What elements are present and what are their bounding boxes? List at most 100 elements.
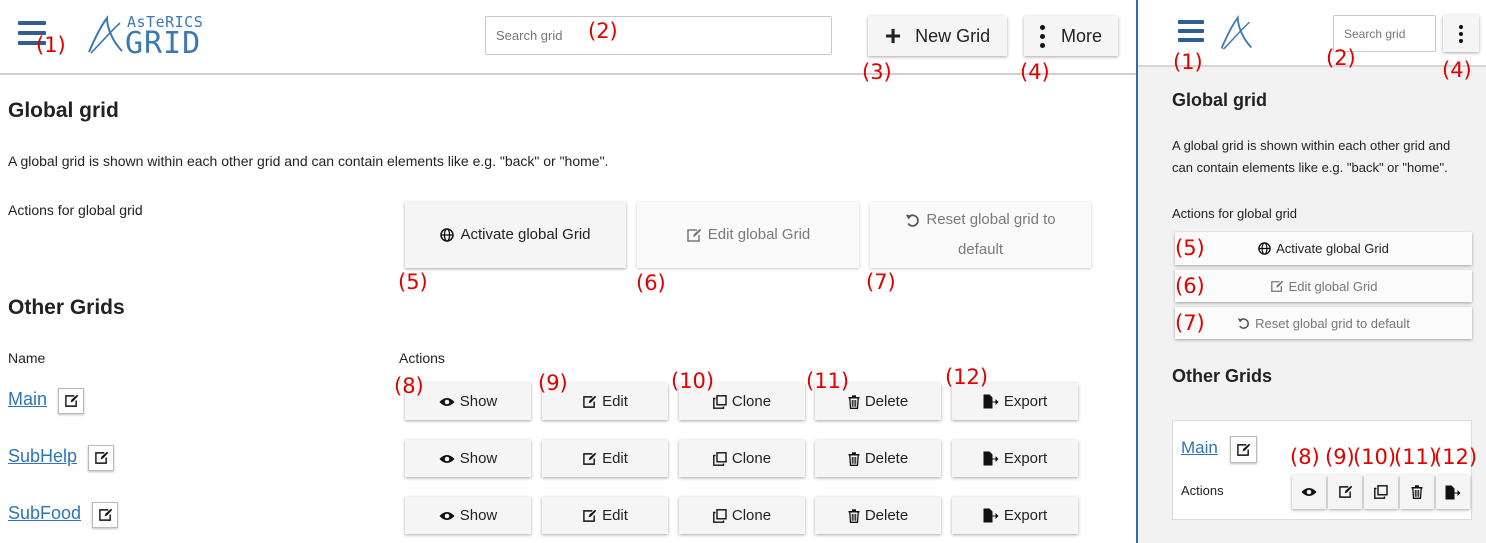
clone-icon: [712, 394, 727, 409]
mobile-clone-button[interactable]: [1364, 475, 1398, 509]
edit-label: Edit: [602, 450, 628, 467]
mobile-more-button[interactable]: [1443, 15, 1479, 52]
show-button[interactable]: Show: [405, 383, 531, 420]
show-button[interactable]: Show: [405, 440, 531, 477]
rename-grid-button[interactable]: [92, 502, 118, 528]
mobile-other-grids-title: Other Grids: [1172, 366, 1273, 386]
desktop-view: AsTeRICS GRID + New Grid More Global gri…: [0, 0, 1136, 543]
export-button[interactable]: Export: [952, 440, 1078, 477]
mobile-grid-link-main[interactable]: Main: [1181, 438, 1218, 458]
mobile-edit-label: Edit global Grid: [1288, 278, 1378, 294]
rename-grid-button[interactable]: [88, 445, 114, 471]
export-icon-wrap: [983, 451, 999, 466]
export-icon-wrap: [983, 508, 999, 523]
show-label: Show: [459, 393, 498, 410]
edit-icon: [686, 228, 701, 242]
mobile-export-button[interactable]: [1436, 475, 1470, 509]
export-label: Export: [1003, 507, 1048, 524]
edit-button[interactable]: Edit: [542, 497, 668, 534]
reset-global-grid-line1: Reset global grid to: [905, 205, 1056, 235]
search-input[interactable]: [485, 16, 832, 55]
delete-button[interactable]: Delete: [815, 440, 941, 477]
mobile-global-desc-line1: A global grid is shown within each other…: [1172, 138, 1451, 153]
mobile-callout-1: (1): [1173, 50, 1203, 74]
edit-button[interactable]: Edit: [542, 440, 668, 477]
callout-9: (9): [538, 371, 568, 395]
edit-icon: [583, 452, 597, 465]
edit-label: Edit: [602, 507, 628, 524]
mobile-callout-11: (11): [1394, 445, 1438, 469]
export-label: Export: [1003, 393, 1048, 410]
mobile-pencil-icon: [1338, 485, 1352, 498]
show-label: Show: [459, 507, 498, 524]
mobile-activate-label: Activate global Grid: [1276, 241, 1389, 256]
globe-icon: [440, 228, 455, 242]
rename-edit-icon: [98, 508, 112, 521]
delete-label: Delete: [864, 507, 909, 524]
global-actions-label: Actions for global grid: [8, 202, 143, 218]
clone-button[interactable]: Clone: [679, 497, 805, 534]
rename-grid-button[interactable]: [58, 388, 84, 414]
callout-11: (11): [806, 369, 850, 393]
trash-icon: [848, 394, 860, 409]
clone-icon-wrap: [712, 451, 727, 466]
edit-global-grid-button[interactable]: Edit global Grid: [637, 202, 859, 268]
reset-global-grid-button[interactable]: Reset global grid to default: [870, 202, 1091, 268]
rename-edit-icon: [94, 451, 108, 464]
other-grids-title: Other Grids: [8, 296, 125, 319]
mobile-logo-icon: [1220, 14, 1253, 50]
clone-icon: [712, 508, 727, 523]
more-label: More: [1060, 25, 1102, 46]
trash-icon: [848, 451, 860, 466]
show-icon-wrap: [439, 397, 455, 407]
mobile-show-button[interactable]: [1292, 475, 1326, 509]
mobile-callout-4: (4): [1442, 58, 1472, 82]
callout-6: (6): [636, 271, 666, 295]
mobile-menu-icon[interactable]: [1178, 20, 1204, 42]
export-icon: [983, 508, 999, 523]
export-button[interactable]: Export: [952, 497, 1078, 534]
grid-name-link[interactable]: Main: [8, 389, 47, 410]
desktop-header: AsTeRICS GRID + New Grid More: [0, 0, 1136, 75]
edit-global-grid-label: Edit global Grid: [707, 226, 811, 243]
callout-7: (7): [866, 270, 896, 294]
grid-name-link[interactable]: SubFood: [8, 503, 81, 524]
delete-button[interactable]: Delete: [815, 497, 941, 534]
clone-icon-wrap: [712, 508, 727, 523]
mobile-rename-button[interactable]: [1230, 436, 1257, 463]
mobile-activate-global-grid-button[interactable]: Activate global Grid: [1175, 232, 1472, 265]
clone-button[interactable]: Clone: [679, 440, 805, 477]
export-icon: [983, 451, 999, 466]
mobile-edit-button[interactable]: [1328, 475, 1362, 509]
delete-icon-wrap: [848, 508, 860, 523]
clone-label: Clone: [731, 507, 772, 524]
delete-label: Delete: [864, 450, 909, 467]
edit-icon-wrap: [582, 452, 597, 466]
mobile-edit-global-grid-button[interactable]: Edit global Grid: [1175, 270, 1472, 302]
new-grid-label: New Grid: [915, 25, 991, 46]
delete-icon-wrap: [848, 451, 860, 466]
mobile-reset-global-grid-button[interactable]: Reset global grid to default: [1175, 307, 1472, 339]
mobile-callout-6: (6): [1175, 274, 1205, 298]
edit-icon-wrap: [582, 509, 597, 523]
activate-global-grid-button[interactable]: Activate global Grid: [405, 202, 626, 268]
mobile-delete-button[interactable]: [1400, 475, 1434, 509]
mobile-more-vert-icon: [1459, 24, 1463, 43]
mobile-grid-card: Main Actions: [1172, 420, 1472, 520]
mobile-global-desc-line2: can contain elements like e.g. "back" or…: [1172, 160, 1448, 175]
export-icon-wrap: [983, 394, 999, 409]
more-button[interactable]: More: [1024, 16, 1118, 56]
callout-2: (2): [588, 19, 618, 43]
mobile-rename-edit-icon: [1237, 443, 1251, 456]
mobile-reset-label: Reset global grid to default: [1255, 315, 1410, 331]
delete-label: Delete: [864, 393, 909, 410]
mobile-global-grid-title: Global grid: [1172, 90, 1268, 110]
show-button[interactable]: Show: [405, 497, 531, 534]
global-grid-description: A global grid is shown within each other…: [8, 153, 609, 169]
grid-name-link[interactable]: SubHelp: [8, 446, 77, 467]
edit-label: Edit: [602, 393, 628, 410]
callout-3: (3): [862, 60, 892, 84]
reset-global-grid-label-2: default: [957, 241, 1004, 258]
rename-edit-icon: [64, 394, 78, 407]
new-grid-button[interactable]: + New Grid: [868, 16, 1007, 56]
